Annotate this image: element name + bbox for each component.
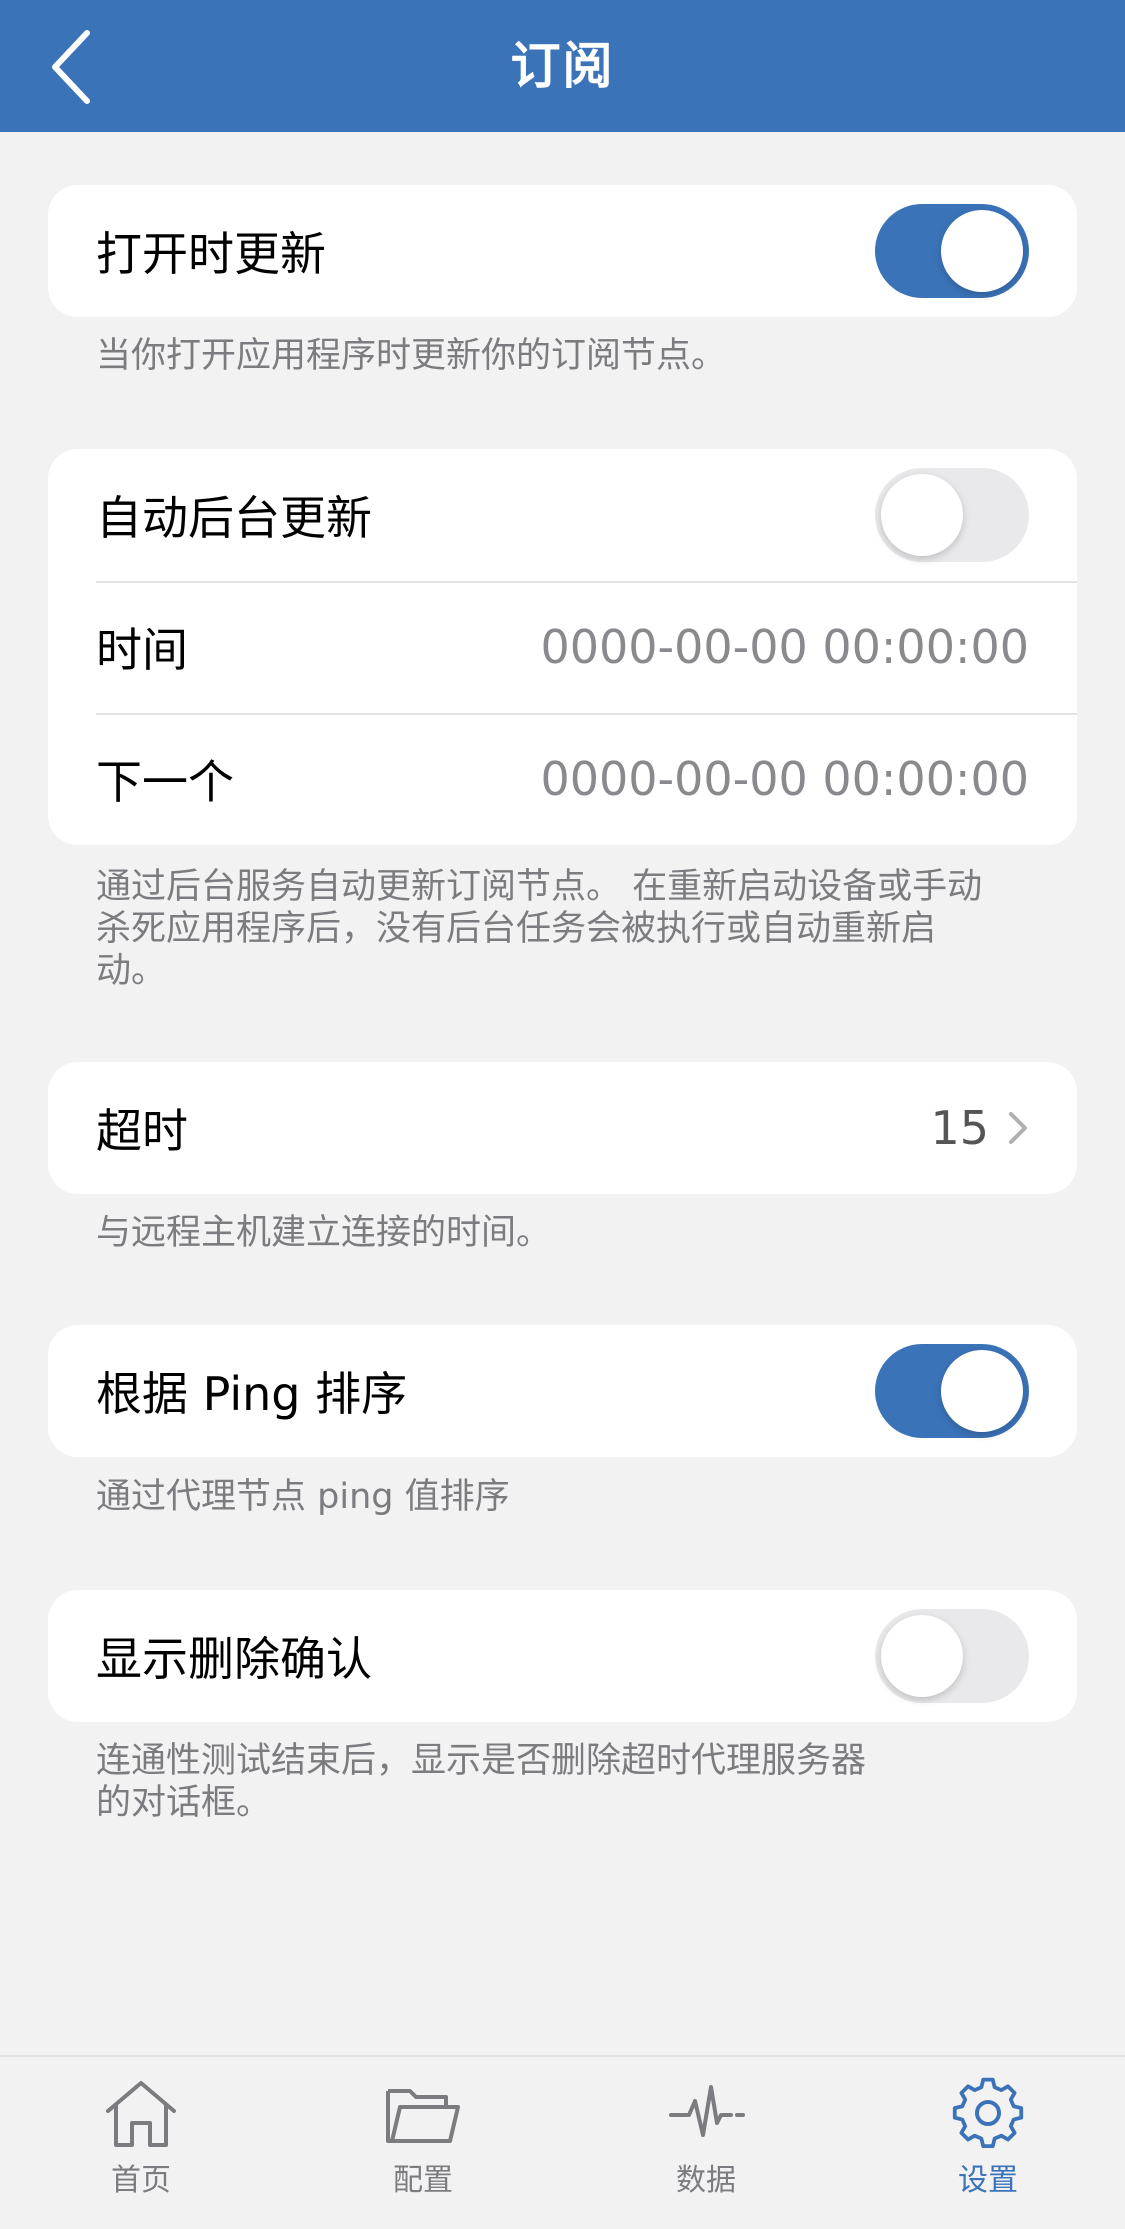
toggle-knob xyxy=(941,210,1023,292)
delete-confirm-label: 显示删除确认 xyxy=(96,1632,372,1686)
footnote-line: 的对话框。 xyxy=(96,1783,272,1823)
timeout-label: 超时 xyxy=(96,1104,188,1158)
timeout-value: 15 xyxy=(930,1101,989,1155)
toggle-knob xyxy=(881,474,963,556)
update-on-open-card: 打开时更新 xyxy=(48,185,1077,317)
update-on-open-row: 打开时更新 xyxy=(48,185,1077,317)
page-title: 订阅 xyxy=(510,37,615,95)
folder-icon xyxy=(386,2089,460,2143)
delete-confirm-toggle[interactable] xyxy=(875,1609,1029,1703)
tab-data[interactable]: 数据 xyxy=(626,2077,786,2207)
footnote-line: 连通性测试结束后，显示是否删除超时代理服务器 xyxy=(96,1741,867,1781)
next-value: 0000-00-00 00:00:00 xyxy=(540,752,1029,806)
footnote-line: 通过后台服务自动更新订阅节点。 在重新启动设备或手动 xyxy=(96,867,983,907)
sort-by-ping-toggle[interactable] xyxy=(875,1344,1029,1438)
toggle-knob xyxy=(941,1350,1023,1432)
time-label: 时间 xyxy=(96,623,188,677)
auto-update-toggle[interactable] xyxy=(875,468,1029,562)
tab-label: 配置 xyxy=(393,2163,453,2198)
tab-home[interactable]: 首页 xyxy=(61,2077,221,2207)
delete-confirm-row: 显示删除确认 xyxy=(48,1590,1077,1722)
footnote-line: 杀死应用程序后，没有后台任务会被执行或自动重新启 xyxy=(96,909,937,949)
auto-update-label: 自动后台更新 xyxy=(96,491,372,545)
tab-config[interactable]: 配置 xyxy=(343,2077,503,2207)
auto-update-card: 自动后台更新 时间 0000-00-00 00:00:00 下一个 0000-0… xyxy=(48,449,1077,845)
footnote-line: 动。 xyxy=(96,951,167,991)
update-on-open-label: 打开时更新 xyxy=(96,227,326,281)
timeout-row[interactable]: 超时 15 xyxy=(48,1062,1077,1194)
gear-icon xyxy=(952,2077,1024,2149)
tab-bar: 首页 配置 数据 设置 xyxy=(0,2055,1125,2229)
tab-label: 设置 xyxy=(958,2163,1018,2198)
time-row: 时间 0000-00-00 00:00:00 xyxy=(48,581,1077,713)
timeout-card: 超时 15 xyxy=(48,1062,1077,1194)
next-label: 下一个 xyxy=(96,755,234,809)
tab-label: 数据 xyxy=(676,2163,736,2198)
sort-by-ping-card: 根据 Ping 排序 xyxy=(48,1325,1077,1457)
tab-label: 首页 xyxy=(111,2163,171,2198)
delete-confirm-card: 显示删除确认 xyxy=(48,1590,1077,1722)
home-icon xyxy=(106,2081,176,2147)
sort-by-ping-label: 根据 Ping 排序 xyxy=(96,1367,408,1421)
tab-settings[interactable]: 设置 xyxy=(908,2077,1068,2207)
pulse-icon xyxy=(669,2085,745,2137)
chevron-right-icon xyxy=(1009,1112,1027,1144)
sort-by-ping-row: 根据 Ping 排序 xyxy=(48,1325,1077,1457)
update-on-open-toggle[interactable] xyxy=(875,204,1029,298)
nav-bar: 订阅 xyxy=(0,0,1125,132)
toggle-knob xyxy=(881,1615,963,1697)
next-row: 下一个 0000-00-00 00:00:00 xyxy=(48,713,1077,845)
auto-update-row: 自动后台更新 xyxy=(48,449,1077,581)
auto-update-footnote: 通过后台服务自动更新订阅节点。 在重新启动设备或手动 杀死应用程序后，没有后台任… xyxy=(96,866,1056,992)
sort-by-ping-footnote: 通过代理节点 ping 值排序 xyxy=(96,1477,510,1517)
delete-confirm-footnote: 连通性测试结束后，显示是否删除超时代理服务器 的对话框。 xyxy=(96,1740,1056,1824)
time-value: 0000-00-00 00:00:00 xyxy=(540,620,1029,674)
timeout-footnote: 与远程主机建立连接的时间。 xyxy=(96,1213,552,1253)
update-on-open-footnote: 当你打开应用程序时更新你的订阅节点。 xyxy=(96,336,727,376)
